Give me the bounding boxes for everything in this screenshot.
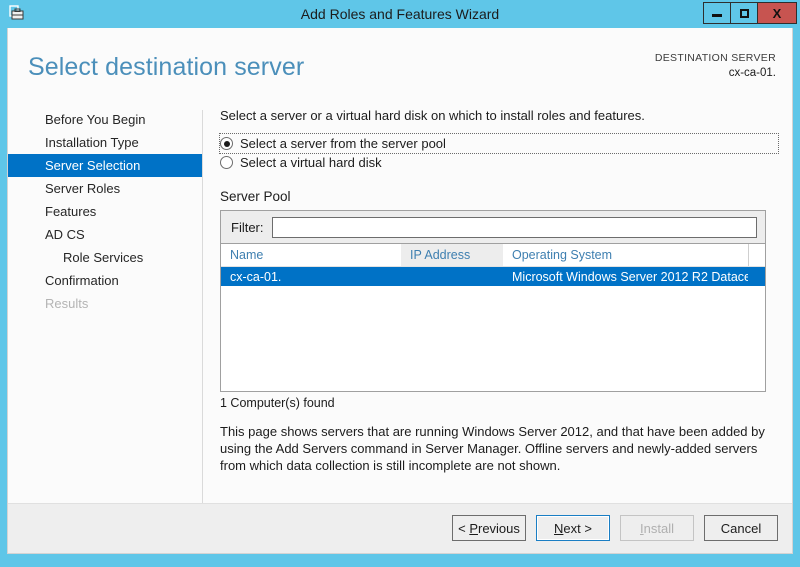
page-title: Select destination server [28,53,304,82]
next-button-label: Next > [554,521,592,536]
install-button: Install [620,515,694,541]
wizard-window: Add Roles and Features Wizard X Select d… [0,0,800,567]
radio-server-pool[interactable]: Select a server from the server pool [220,134,778,153]
client-area: Select destination server DESTINATION SE… [7,28,793,554]
maximize-button[interactable] [730,2,758,24]
computers-found-text: 1 Computer(s) found [220,396,778,410]
wizard-nav: Before You Begin Installation Type Serve… [8,108,202,315]
minimize-button[interactable] [703,2,731,24]
column-header-operating-system[interactable]: Operating System [503,244,748,266]
server-table-header: Name IP Address Operating System [221,244,765,267]
sidebar-item-confirmation[interactable]: Confirmation [8,269,202,292]
window-controls: X [704,2,797,24]
destination-server-value: cx-ca-01. [655,67,776,79]
intro-text: Select a server or a virtual hard disk o… [220,108,778,123]
filter-bar: Filter: [221,211,765,244]
column-header-name[interactable]: Name [221,244,401,266]
sidebar-item-before-you-begin[interactable]: Before You Begin [8,108,202,131]
destination-server-block: DESTINATION SERVER cx-ca-01. [655,52,776,79]
radio-virtual-hard-disk[interactable]: Select a virtual hard disk [220,153,778,172]
sidebar-item-role-services[interactable]: Role Services [8,246,202,269]
install-button-label: Install [640,521,674,536]
server-pool-heading: Server Pool [220,189,778,204]
nav-divider [202,110,203,522]
sidebar-item-ad-cs[interactable]: AD CS [8,223,202,246]
maximize-icon [740,9,749,18]
button-bar: < Previous Next > Install Cancel [452,515,778,541]
radio-server-pool-label: Select a server from the server pool [240,136,446,151]
minimize-icon [712,14,722,17]
cell-name: cx-ca-01. [221,270,401,284]
radio-server-pool-icon [220,137,233,150]
sidebar-item-server-roles[interactable]: Server Roles [8,177,202,200]
cancel-button-label: Cancel [721,521,761,536]
filter-label: Filter: [231,220,264,235]
server-pool-box: Filter: Name IP Address Operating System… [220,210,766,392]
next-button[interactable]: Next > [536,515,610,541]
window-title: Add Roles and Features Wizard [0,0,800,28]
page-note: This page shows servers that are running… [220,423,770,474]
previous-button-label: < Previous [458,521,520,536]
title-bar: Add Roles and Features Wizard X [0,0,800,28]
radio-virtual-hard-disk-icon [220,156,233,169]
column-header-spacer [748,244,765,266]
table-row[interactable]: cx-ca-01. Microsoft Windows Server 2012 … [221,267,765,286]
column-header-ip-address[interactable]: IP Address [401,244,503,266]
footer-bar: < Previous Next > Install Cancel [8,503,792,553]
cancel-button[interactable]: Cancel [704,515,778,541]
main-panel: Select a server or a virtual hard disk o… [220,108,778,474]
cell-operating-system: Microsoft Windows Server 2012 R2 Datacen… [503,270,748,284]
radio-virtual-hard-disk-label: Select a virtual hard disk [240,155,382,170]
server-table-body[interactable]: cx-ca-01. Microsoft Windows Server 2012 … [221,267,765,391]
sidebar-item-features[interactable]: Features [8,200,202,223]
filter-input[interactable] [272,217,758,238]
destination-server-label: DESTINATION SERVER [655,52,776,64]
sidebar-item-results: Results [8,292,202,315]
sidebar-item-server-selection[interactable]: Server Selection [8,154,202,177]
sidebar-item-installation-type[interactable]: Installation Type [8,131,202,154]
close-button[interactable]: X [757,2,797,24]
previous-button[interactable]: < Previous [452,515,526,541]
